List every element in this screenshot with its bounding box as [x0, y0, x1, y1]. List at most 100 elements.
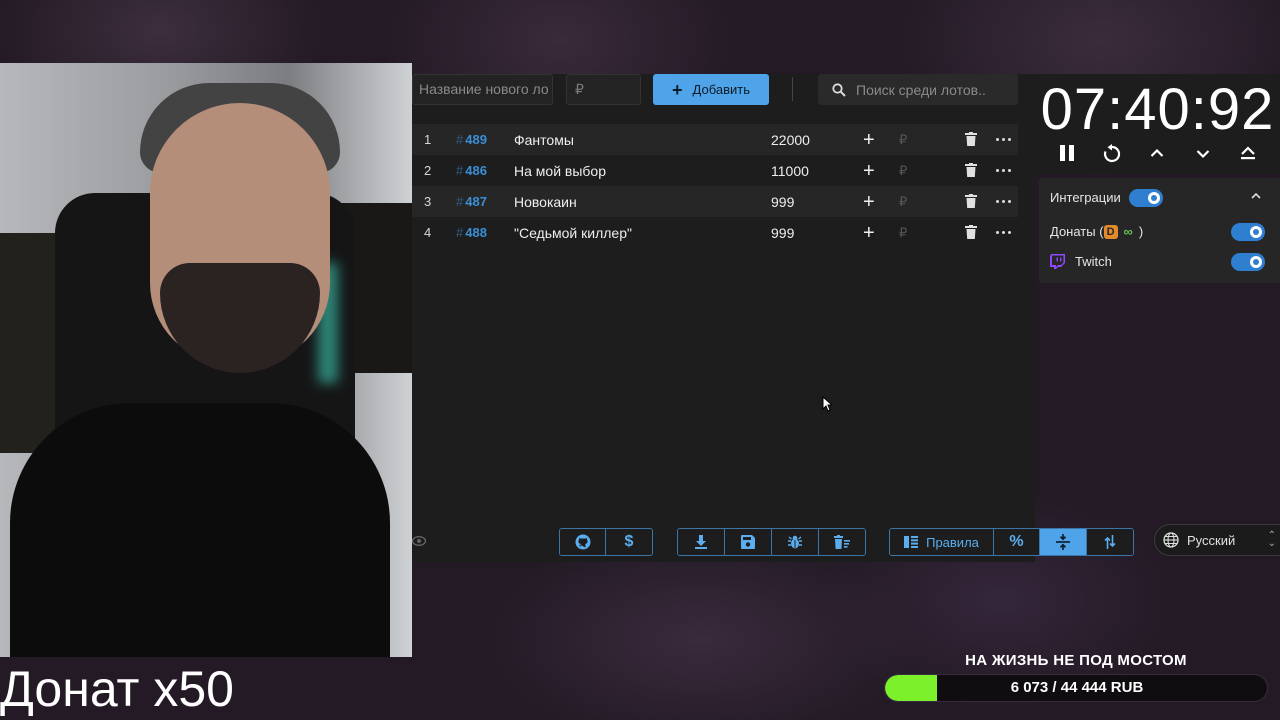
mode-group: Правила % — [889, 528, 1134, 556]
lot-row: 2 #486 На мой выбор 11000 + ₽ — [412, 155, 1018, 186]
mouse-cursor-icon — [822, 396, 832, 412]
donations-close: ) — [1138, 224, 1144, 239]
lot-number: 4 — [424, 225, 432, 240]
rub-input[interactable]: ₽ — [899, 225, 907, 241]
bug-icon — [788, 535, 802, 549]
more-icon[interactable] — [996, 200, 1011, 203]
lot-title[interactable]: Новокаин — [514, 194, 577, 210]
lot-list: 1 #489 Фантомы 22000 + ₽ 2 #486 На мой в… — [412, 124, 1018, 248]
donation-caption: Донат x50 — [0, 661, 234, 717]
integrations-panel: Интеграции Донаты ( D ∞ ) Twitch — [1039, 178, 1280, 283]
lot-amount[interactable]: 999 — [771, 225, 794, 241]
donations-toggle[interactable] — [1231, 223, 1265, 241]
lot-amount[interactable]: 999 — [771, 194, 794, 210]
lot-title[interactable]: На мой выбор — [514, 163, 606, 179]
lot-price-input[interactable]: ₽ — [566, 74, 641, 105]
timer-display: 07:40:92 — [1040, 77, 1275, 142]
lot-number: 3 — [424, 194, 432, 209]
twitch-label: Twitch — [1075, 254, 1112, 269]
clear-all-button[interactable] — [819, 529, 865, 555]
github-button[interactable] — [560, 529, 606, 555]
swap-vert-icon — [1104, 535, 1116, 549]
more-icon[interactable] — [996, 169, 1011, 172]
download-icon — [695, 535, 707, 549]
auction-panel: Название нового ло ₽ + Добавить Поиск ср… — [412, 74, 1134, 562]
rub-input[interactable]: ₽ — [899, 194, 907, 210]
trash-icon[interactable] — [965, 163, 977, 177]
rub-input[interactable]: ₽ — [899, 132, 907, 148]
trash-icon[interactable] — [965, 225, 977, 239]
add-lot-button[interactable]: + Добавить — [653, 74, 769, 105]
lot-title[interactable]: Фантомы — [514, 132, 574, 148]
add-amount-icon[interactable]: + — [863, 161, 875, 181]
restart-icon[interactable] — [1102, 144, 1122, 164]
goal-title: НА ЖИЗНЬ НЕ ПОД МОСТОМ — [965, 652, 1187, 669]
lot-number: 2 — [424, 163, 432, 178]
add-lot-label: Добавить — [692, 82, 750, 97]
search-input[interactable]: Поиск среди лотов.. — [818, 74, 1018, 105]
donate-button[interactable]: $ — [606, 529, 652, 555]
lot-row: 1 #489 Фантомы 22000 + ₽ — [412, 124, 1018, 155]
rules-label: Правила — [926, 534, 979, 550]
rub-input[interactable]: ₽ — [899, 163, 907, 179]
donatepay-icon: ∞ — [1123, 224, 1133, 239]
goal-progress-bar: 6 073 / 44 444 RUB — [884, 674, 1268, 702]
chevron-up-icon[interactable] — [1251, 192, 1261, 200]
percent-button[interactable]: % — [994, 529, 1040, 555]
eject-icon[interactable] — [1240, 146, 1256, 160]
rules-button[interactable]: Правила — [890, 529, 994, 555]
dollar-icon: $ — [624, 533, 634, 550]
rules-icon — [904, 536, 919, 548]
timer-controls — [1055, 144, 1280, 168]
download-button[interactable] — [678, 529, 725, 555]
twitch-icon — [1050, 254, 1065, 269]
language-label: Русский — [1187, 532, 1236, 548]
donations-label: Донаты ( — [1050, 224, 1104, 239]
donations-row: Донаты ( D ∞ ) — [1050, 224, 1143, 239]
save-icon — [741, 535, 755, 549]
delete-sweep-icon — [834, 535, 850, 549]
divider — [792, 77, 793, 101]
plus-icon: + — [672, 79, 683, 100]
timer-panel: 07:40:92 — [1035, 74, 1280, 174]
compact-view-button[interactable] — [1040, 529, 1087, 555]
lot-amount[interactable]: 11000 — [771, 163, 809, 179]
twitch-toggle[interactable] — [1231, 253, 1265, 271]
more-icon[interactable] — [996, 231, 1011, 234]
search-placeholder: Поиск среди лотов.. — [856, 81, 986, 98]
integrations-header[interactable]: Интеграции — [1050, 190, 1121, 205]
add-amount-icon[interactable]: + — [863, 223, 875, 243]
webcam-feed — [0, 63, 412, 657]
pause-icon[interactable] — [1059, 144, 1075, 162]
lot-id[interactable]: #486 — [456, 163, 487, 178]
sort-button[interactable] — [1087, 529, 1133, 555]
integrations-toggle[interactable] — [1129, 189, 1163, 207]
vertical-align-center-icon — [1056, 534, 1070, 550]
select-arrows-icon: ⌃ ⌄ — [1267, 530, 1276, 549]
bug-report-button[interactable] — [772, 529, 819, 555]
more-icon[interactable] — [996, 138, 1011, 141]
add-amount-icon[interactable]: + — [863, 192, 875, 212]
trash-icon[interactable] — [965, 194, 977, 208]
lot-id[interactable]: #487 — [456, 194, 487, 209]
lot-amount[interactable]: 22000 — [771, 132, 810, 148]
lot-name-input[interactable]: Название нового ло — [412, 74, 553, 105]
integrations-title: Интеграции — [1050, 190, 1121, 205]
language-select[interactable]: Русский ⌃ ⌄ — [1154, 524, 1280, 556]
trash-icon[interactable] — [965, 132, 977, 146]
globe-icon — [1163, 532, 1179, 548]
twitch-row: Twitch — [1050, 254, 1112, 269]
lot-row: 4 #488 "Седьмой киллер" 999 + ₽ — [412, 217, 1018, 248]
chevron-down-icon[interactable] — [1196, 149, 1210, 159]
goal-amount: 6 073 / 44 444 RUB — [1010, 679, 1144, 696]
lot-id[interactable]: #489 — [456, 132, 487, 147]
search-icon — [832, 82, 846, 97]
lot-row: 3 #487 Новокаин 999 + ₽ — [412, 186, 1018, 217]
lot-title[interactable]: "Седьмой киллер" — [514, 225, 632, 241]
eye-icon[interactable] — [412, 536, 426, 546]
save-button[interactable] — [725, 529, 772, 555]
lot-id[interactable]: #488 — [456, 225, 487, 240]
add-amount-icon[interactable]: + — [863, 130, 875, 150]
chevron-up-icon[interactable] — [1150, 148, 1164, 158]
links-group: $ — [559, 528, 653, 556]
